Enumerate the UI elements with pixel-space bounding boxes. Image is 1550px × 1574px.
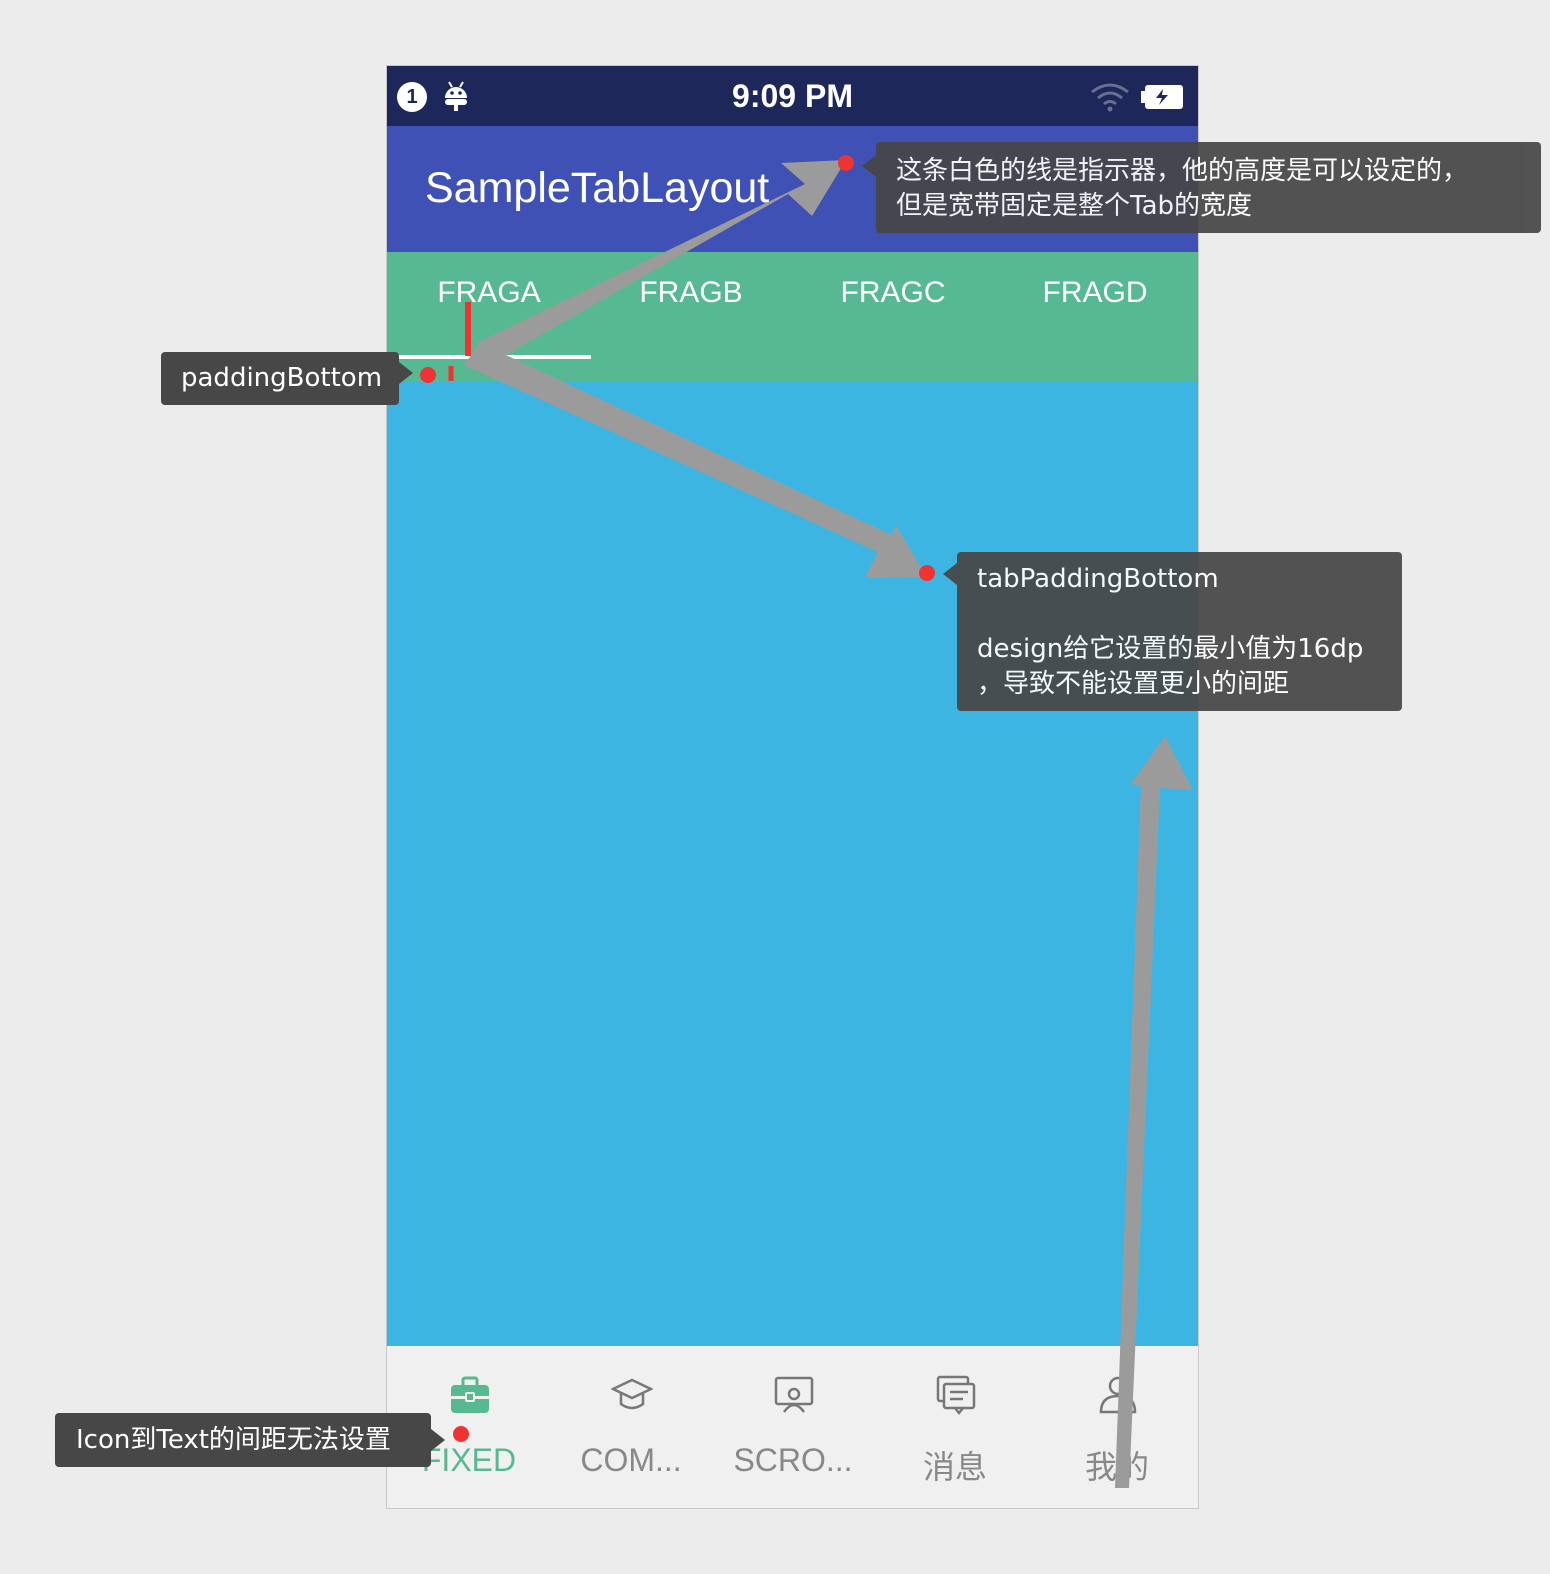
marker-dot-icon-text — [453, 1426, 469, 1442]
annotation-tab-padding-note: tabPaddingBottom design给它设置的最小值为16dp ，导致… — [943, 552, 1402, 711]
annotation-tab-padding-line2: ，导致不能设置更小的间距 — [977, 669, 1290, 699]
arrow-to-tab-padding-note — [464, 343, 927, 578]
annotation-icon-text-spacing-text: Icon到Text的间距无法设置 — [76, 1425, 391, 1455]
annotation-tab-padding-title: tabPaddingBottom — [977, 564, 1219, 594]
annotation-overlay — [420, 155, 1193, 1488]
annotation-indicator-note: 这条白色的线是指示器，他的高度是可以设定的， 但是宽带固定是整个Tab的宽度 — [862, 142, 1541, 233]
annotation-indicator-line2: 但是宽带固定是整个Tab的宽度 — [896, 191, 1253, 221]
marker-dot-padding-bottom — [420, 367, 436, 383]
annotation-icon-text-spacing: Icon到Text的间距无法设置 — [55, 1413, 445, 1467]
annotation-tab-padding-line1: design给它设置的最小值为16dp — [977, 634, 1364, 664]
marker-dot-tab-padding — [919, 565, 935, 581]
annotation-indicator-line1: 这条白色的线是指示器，他的高度是可以设定的， — [896, 156, 1469, 186]
marker-dot-indicator — [838, 155, 854, 171]
annotation-padding-bottom: paddingBottom — [161, 352, 413, 405]
arrow-to-bottom-nav — [1115, 736, 1193, 1488]
annotation-padding-bottom-text: paddingBottom — [181, 363, 383, 393]
arrow-to-indicator-note — [477, 160, 846, 363]
